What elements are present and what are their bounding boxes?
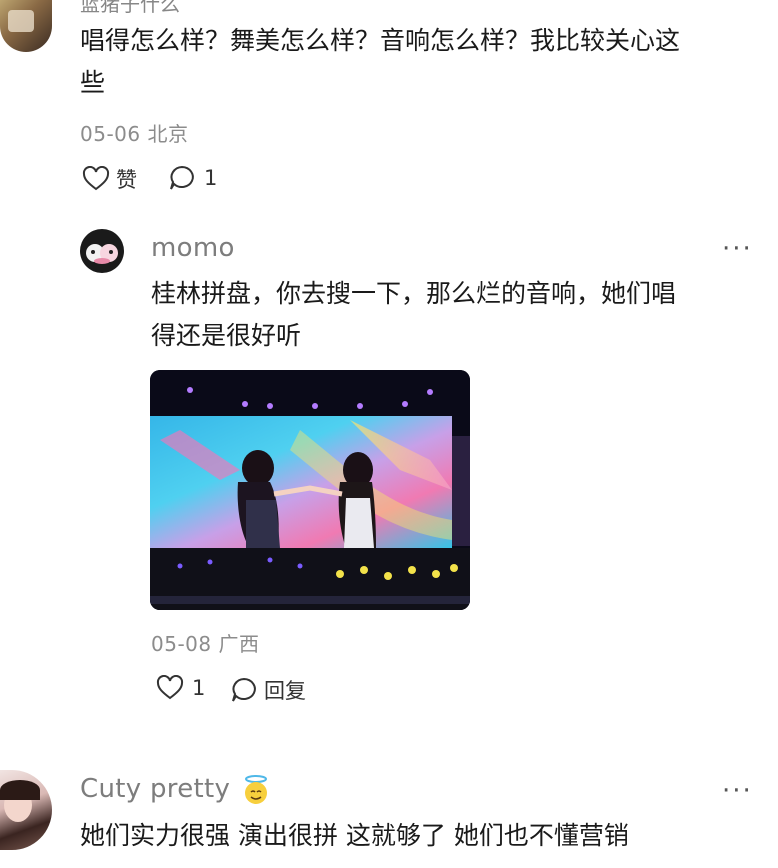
comment-text: 唱得怎么样？舞美怎么样？音响怎么样？我比较关心这 些: [80, 20, 770, 104]
commenter-2-text: 她们实力很强 演出很拼 这就够了 她们也不懂营销: [80, 821, 629, 850]
heart-icon: [156, 675, 184, 700]
commenter-2-avatar[interactable]: [0, 770, 52, 850]
commenter-avatar[interactable]: [0, 0, 52, 52]
reply-photo[interactable]: [150, 370, 470, 610]
reply-text-line-2: 得还是很好听: [151, 321, 302, 350]
comment-text-line-1: 唱得怎么样？舞美怎么样？音响怎么样？我比较关心这: [80, 26, 681, 55]
reply-date-location: 05-08 广西: [151, 632, 260, 656]
comment-text-line-2: 些: [80, 68, 106, 97]
comment-bubble-icon: [170, 165, 194, 190]
reply-like-count: 1: [192, 676, 206, 700]
reply-like-button[interactable]: 1: [156, 675, 205, 701]
like-button[interactable]: 赞: [82, 164, 137, 194]
reply-count: 1: [204, 166, 218, 190]
cartoon-avatar-icon: [86, 244, 118, 264]
comment-bubble-icon: [232, 677, 256, 702]
reply-text-line-1: 桂林拼盘，你去搜一下，那么烂的音响，她们唱: [151, 279, 677, 308]
like-label: 赞: [116, 168, 137, 192]
angel-emoji-icon: [240, 774, 272, 810]
commenter-2-username[interactable]: Cuty pretty: [80, 774, 230, 804]
comment-date-location: 05-06 北京: [80, 122, 189, 146]
reply-reply-label: 回复: [264, 679, 306, 703]
reply-more-button[interactable]: ···: [722, 234, 753, 264]
commenter-2-more-button[interactable]: ···: [722, 776, 753, 806]
reply-reply-button[interactable]: 回复: [230, 675, 306, 705]
commenter-name-partial[interactable]: 蓝猪子什么: [80, 0, 180, 17]
reply-text: 桂林拼盘，你去搜一下，那么烂的音响，她们唱 得还是很好听: [151, 273, 761, 357]
reply-count-button[interactable]: 1: [168, 164, 217, 192]
concert-photo-image: [150, 370, 470, 610]
heart-icon: [82, 166, 110, 191]
reply-username[interactable]: momo: [151, 233, 235, 263]
reply-avatar[interactable]: [80, 229, 124, 273]
